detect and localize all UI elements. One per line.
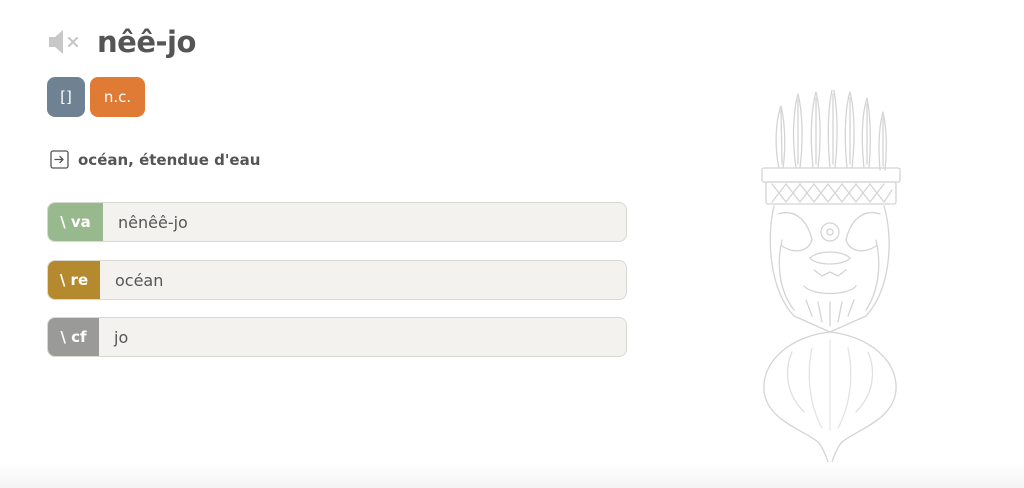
relation-value-compare[interactable]: jo [99,318,128,356]
pronunciation-badge[interactable]: [] [47,77,85,117]
badge-group: [] n.c. [47,77,145,117]
speaker-muted-icon[interactable] [47,24,87,60]
relation-tag-variant: \ va [48,203,103,241]
definition: océan, étendue d'eau [50,150,260,169]
definition-text: océan, étendue d'eau [78,150,261,169]
bottom-edge [0,462,1024,488]
arrow-right-box-icon [50,150,69,169]
relation-value-variant[interactable]: nênêê-jo [103,203,188,241]
relation-tag-compare: \ cf [48,318,99,356]
headword: nêê-jo [97,25,196,59]
relation-row-compare: \ cf jo [47,317,627,357]
entry-header: nêê-jo [47,24,196,60]
part-of-speech-badge[interactable]: n.c. [90,77,145,117]
relation-row-variant: \ va nênêê-jo [47,202,627,242]
relation-tag-reverse: \ re [48,261,100,299]
relation-value-reverse[interactable]: océan [100,261,163,299]
relation-row-reverse: \ re océan [47,260,627,300]
carved-totem-figure-icon [752,85,912,470]
